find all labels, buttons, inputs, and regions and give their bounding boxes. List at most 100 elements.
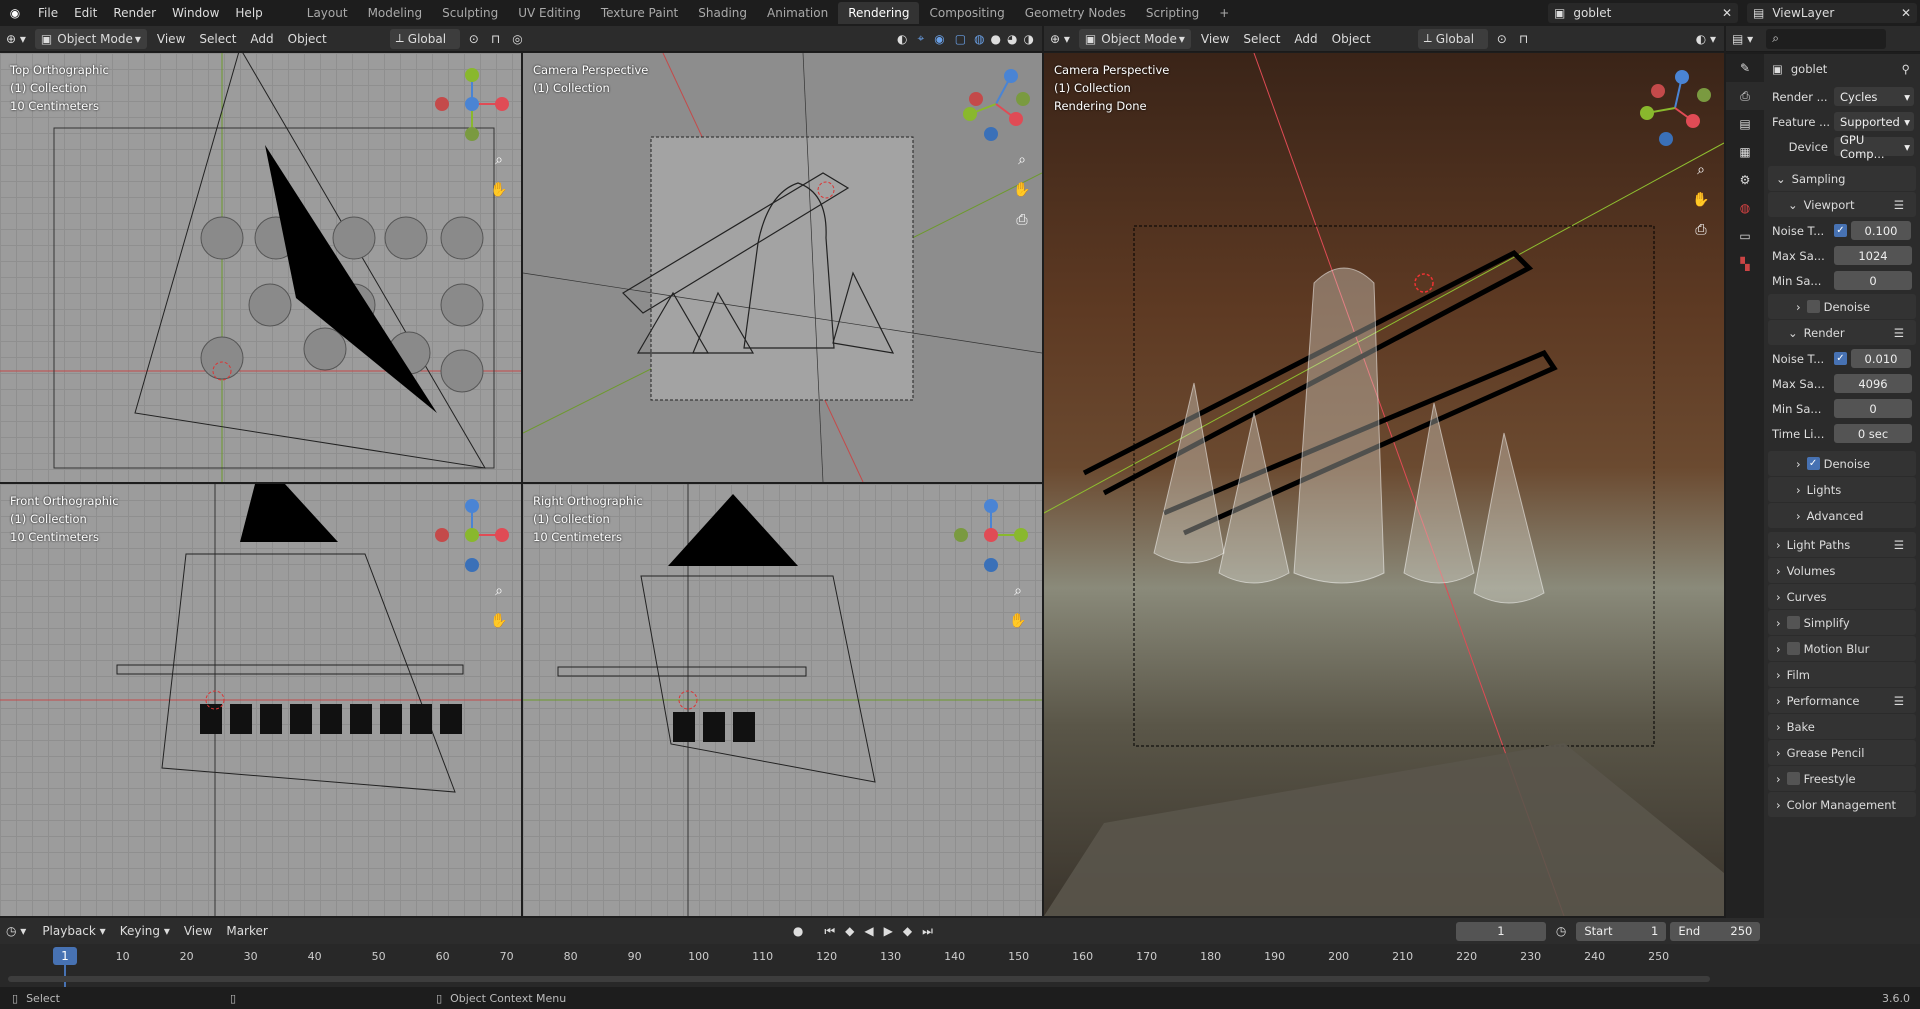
scene-selector[interactable]: ▣ goblet ✕ <box>1548 3 1738 23</box>
add-workspace-button[interactable]: + <box>1209 2 1239 24</box>
proportional-edit-icon[interactable]: ◎ <box>512 32 522 46</box>
panel-bake[interactable]: › Bake <box>1768 714 1916 739</box>
list-icon[interactable]: ☰ <box>1894 694 1904 708</box>
render-tab-icon[interactable]: ⎙ <box>1726 82 1764 110</box>
tab-texture-paint[interactable]: Texture Paint <box>591 2 688 24</box>
menu-add[interactable]: Add <box>1287 32 1324 46</box>
menu-playback[interactable]: Playback ▾ <box>35 924 112 938</box>
viewport-min-samples-field[interactable]: 0 <box>1834 271 1912 290</box>
panel-motion-blur[interactable]: › Motion Blur <box>1768 636 1916 661</box>
menu-marker[interactable]: Marker <box>219 924 274 938</box>
current-frame-field[interactable]: 1 <box>1455 921 1546 941</box>
orientation-selector[interactable]: ⟂ Global <box>1417 28 1488 49</box>
pan-hand-icon[interactable]: ✋ <box>486 608 512 634</box>
tab-sculpting[interactable]: Sculpting <box>432 2 508 24</box>
pan-hand-icon[interactable]: ✋ <box>1009 177 1035 203</box>
render-noise-threshold-field[interactable]: 0.010 <box>1851 349 1911 368</box>
tool-tab-icon[interactable]: ✎ <box>1726 54 1764 82</box>
zoom-icon[interactable]: ⌕ <box>486 147 512 173</box>
simplify-checkbox[interactable] <box>1786 616 1800 629</box>
view-layer-tab-icon[interactable]: ▦ <box>1726 138 1764 166</box>
panel-viewport-denoise[interactable]: › Denoise <box>1768 294 1916 319</box>
menu-help[interactable]: Help <box>227 6 270 20</box>
properties-search-input[interactable]: ⌕ <box>1766 28 1887 49</box>
clock-icon[interactable]: ◷ <box>1556 924 1566 938</box>
panel-performance[interactable]: › Performance ☰ <box>1768 688 1916 713</box>
panel-simplify[interactable]: › Simplify <box>1768 610 1916 635</box>
camera-view-icon[interactable]: ⎙ <box>1688 217 1714 243</box>
viewport-noise-threshold-field[interactable]: 0.100 <box>1851 221 1911 240</box>
solid-shading-icon[interactable]: ● <box>991 32 1001 46</box>
xray-icon[interactable]: ▢ <box>955 32 966 46</box>
editor-type-button[interactable]: ⊕ ▾ <box>1044 29 1076 49</box>
render-max-samples-field[interactable]: 4096 <box>1834 374 1912 393</box>
render-denoise-checkbox[interactable]: ✓ <box>1806 457 1820 470</box>
record-icon[interactable]: ● <box>793 924 803 938</box>
tab-rendering[interactable]: Rendering <box>838 2 920 24</box>
feature-set-dropdown[interactable]: Supported ▾ <box>1834 112 1914 131</box>
snap-icon[interactable]: ⊓ <box>491 32 500 46</box>
menu-window[interactable]: Window <box>164 6 227 20</box>
menu-add[interactable]: Add <box>243 32 280 46</box>
close-icon[interactable]: ✕ <box>1722 6 1732 20</box>
menu-object[interactable]: Object <box>281 32 334 46</box>
viewport-denoise-checkbox[interactable] <box>1806 300 1820 313</box>
editor-type-button[interactable]: ▤ ▾ <box>1726 29 1759 49</box>
panel-grease-pencil[interactable]: › Grease Pencil <box>1768 740 1916 765</box>
zoom-icon[interactable]: ⌕ <box>1005 578 1031 604</box>
play-reverse-icon[interactable]: ◀ <box>864 924 873 938</box>
panel-render[interactable]: ⌄ Render ☰ <box>1768 320 1916 345</box>
list-icon[interactable]: ☰ <box>1894 326 1904 340</box>
zoom-icon[interactable]: ⌕ <box>1009 147 1035 173</box>
editor-type-button[interactable]: ⊕ ▾ <box>0 29 32 49</box>
render-noise-threshold-checkbox[interactable]: ✓ <box>1834 352 1847 365</box>
timeline-scrollbar[interactable] <box>8 976 1710 982</box>
tab-geometry-nodes[interactable]: Geometry Nodes <box>1015 2 1136 24</box>
list-icon[interactable]: ☰ <box>1894 198 1904 212</box>
menu-view[interactable]: View <box>150 32 192 46</box>
viewport-camera-wireframe[interactable]: Camera Perspective (1) Collection ⌕ ✋ ⎙ <box>523 53 1042 482</box>
navigation-gizmo[interactable] <box>427 490 517 580</box>
pin-icon[interactable]: ⚲ <box>1902 62 1910 76</box>
panel-sampling[interactable]: ⌄ Sampling <box>1768 166 1916 191</box>
wireframe-shading-icon[interactable]: ◍ <box>974 32 984 46</box>
end-frame-field[interactable]: End 250 <box>1670 921 1761 941</box>
menu-edit[interactable]: Edit <box>66 6 105 20</box>
pan-hand-icon[interactable]: ✋ <box>1005 608 1031 634</box>
navigation-gizmo[interactable] <box>1630 63 1720 153</box>
panel-viewport[interactable]: ⌄ Viewport ☰ <box>1768 192 1916 217</box>
panel-light-paths[interactable]: › Light Paths ☰ <box>1768 532 1916 557</box>
pan-hand-icon[interactable]: ✋ <box>1688 187 1714 213</box>
tab-compositing[interactable]: Compositing <box>919 2 1014 24</box>
render-min-samples-field[interactable]: 0 <box>1834 399 1912 418</box>
playhead[interactable]: 1 <box>53 947 77 965</box>
zoom-icon[interactable]: ⌕ <box>1688 157 1714 183</box>
zoom-icon[interactable]: ⌕ <box>486 578 512 604</box>
mode-selector[interactable]: ▣ Object Mode ▾ <box>1078 28 1191 49</box>
panel-render-denoise[interactable]: › ✓ Denoise <box>1768 451 1916 476</box>
camera-view-icon[interactable]: ⎙ <box>1009 207 1035 233</box>
menu-file[interactable]: File <box>30 6 66 20</box>
overlay-toggle-icon[interactable]: ◉ <box>934 32 944 46</box>
timeline-ruler[interactable]: 1 10 20 30 40 50 60 70 80 90 100 110 120 130 140 150 16… <box>0 944 1920 987</box>
jump-start-icon[interactable]: ⏮ <box>824 924 835 939</box>
editor-type-button[interactable]: ◷ ▾ <box>0 921 32 941</box>
start-frame-field[interactable]: Start 1 <box>1576 921 1667 941</box>
menu-view[interactable]: View <box>177 924 219 938</box>
tab-modeling[interactable]: Modeling <box>358 2 433 24</box>
collection-tab-icon[interactable]: ▭ <box>1726 222 1764 250</box>
navigation-gizmo[interactable] <box>951 59 1041 149</box>
pivot-icon[interactable]: ⊙ <box>1497 32 1507 46</box>
tab-scripting[interactable]: Scripting <box>1136 2 1209 24</box>
panel-volumes[interactable]: › Volumes <box>1768 558 1916 583</box>
tab-uv-editing[interactable]: UV Editing <box>508 2 591 24</box>
menu-keying[interactable]: Keying ▾ <box>113 924 177 938</box>
scene-tab-icon[interactable]: ⚙ <box>1726 166 1764 194</box>
viewport-rendered-camera[interactable]: Camera Perspective (1) Collection Render… <box>1044 53 1724 916</box>
play-icon[interactable]: ▶ <box>884 924 893 938</box>
menu-object[interactable]: Object <box>1325 32 1378 46</box>
mode-selector[interactable]: ▣ Object Mode ▾ <box>34 28 147 49</box>
device-dropdown[interactable]: GPU Comp... ▾ <box>1834 133 1914 161</box>
panel-curves[interactable]: › Curves <box>1768 584 1916 609</box>
rendered-shading-icon[interactable]: ◑ <box>1024 32 1034 46</box>
